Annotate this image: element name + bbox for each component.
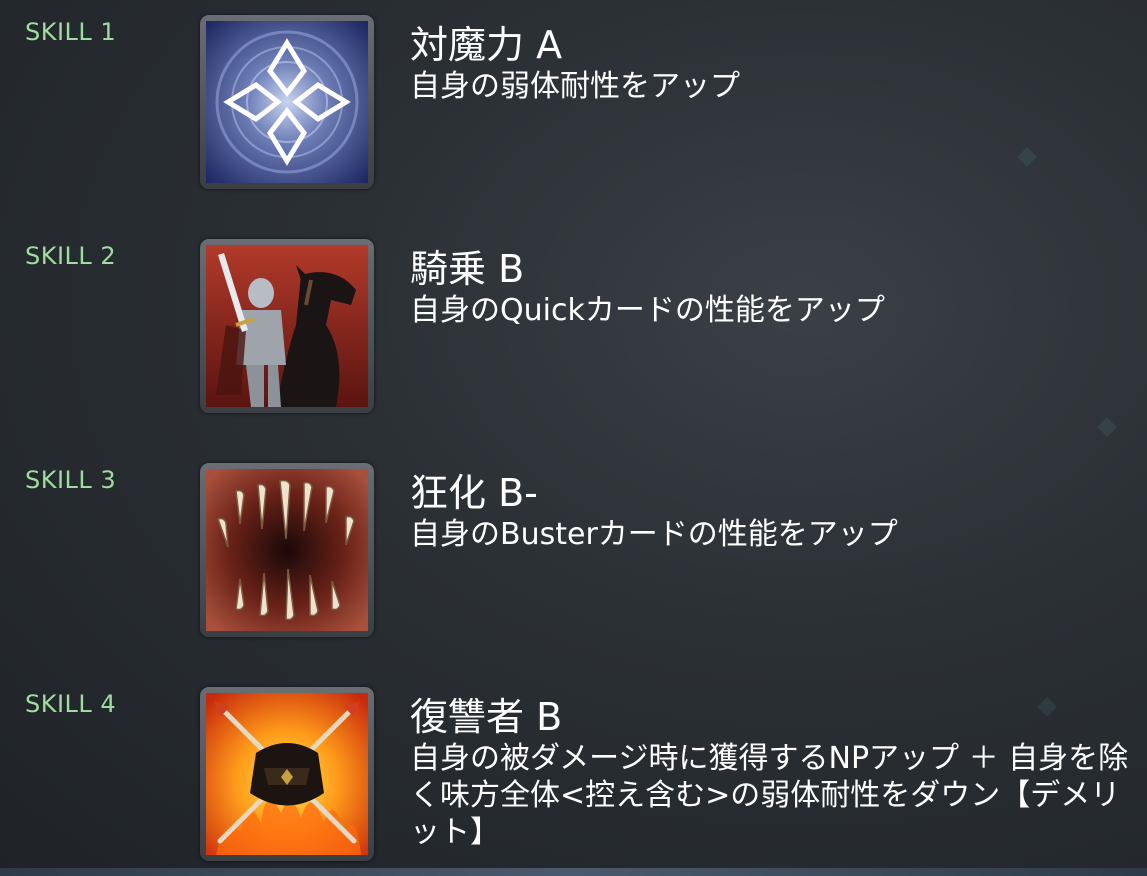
skill-description: 自身の被ダメージ時に獲得するNPアップ ＋ 自身を除く味方全体<控え含む>の弱体… xyxy=(410,741,1129,850)
bottom-border-bar xyxy=(0,868,1147,876)
skill-row-2[interactable]: SKILL 2 騎乗 B 自身のQuickカードの性能をアップ xyxy=(0,224,1147,424)
skill-name: 対魔力 A xyxy=(410,23,563,67)
skill-label: SKILL 3 xyxy=(25,466,117,494)
skill-icon-frame[interactable] xyxy=(200,463,374,637)
skill-icon-frame[interactable] xyxy=(200,687,374,861)
skill-name: 狂化 B- xyxy=(410,471,538,515)
mad-enhancement-icon xyxy=(206,469,368,631)
skill-description: 自身の弱体耐性をアップ xyxy=(410,69,740,104)
skill-label: SKILL 4 xyxy=(25,690,117,718)
magic-resistance-icon xyxy=(206,21,368,183)
skill-row-3[interactable]: SKILL 3 狂化 B- 自身のBusterカードの性能をアップ xyxy=(0,448,1147,648)
skill-name: 騎乗 B xyxy=(410,247,525,291)
skill-name: 復讐者 B xyxy=(410,695,563,739)
avenger-icon xyxy=(206,693,368,855)
riding-icon xyxy=(206,245,368,407)
skill-description: 自身のQuickカードの性能をアップ xyxy=(410,293,885,328)
skill-label: SKILL 2 xyxy=(25,242,117,270)
skill-description: 自身のBusterカードの性能をアップ xyxy=(410,517,898,552)
skill-row-1[interactable]: SKILL 1 対魔力 A 自身の弱体耐性をアップ xyxy=(0,0,1147,200)
skill-row-4[interactable]: SKILL 4 復讐者 B 自身の被ダメージ時に獲得するNPアップ ＋ 自身を除… xyxy=(0,672,1147,872)
skill-icon-frame[interactable] xyxy=(200,15,374,189)
skill-icon-frame[interactable] xyxy=(200,239,374,413)
skill-label: SKILL 1 xyxy=(25,18,117,46)
